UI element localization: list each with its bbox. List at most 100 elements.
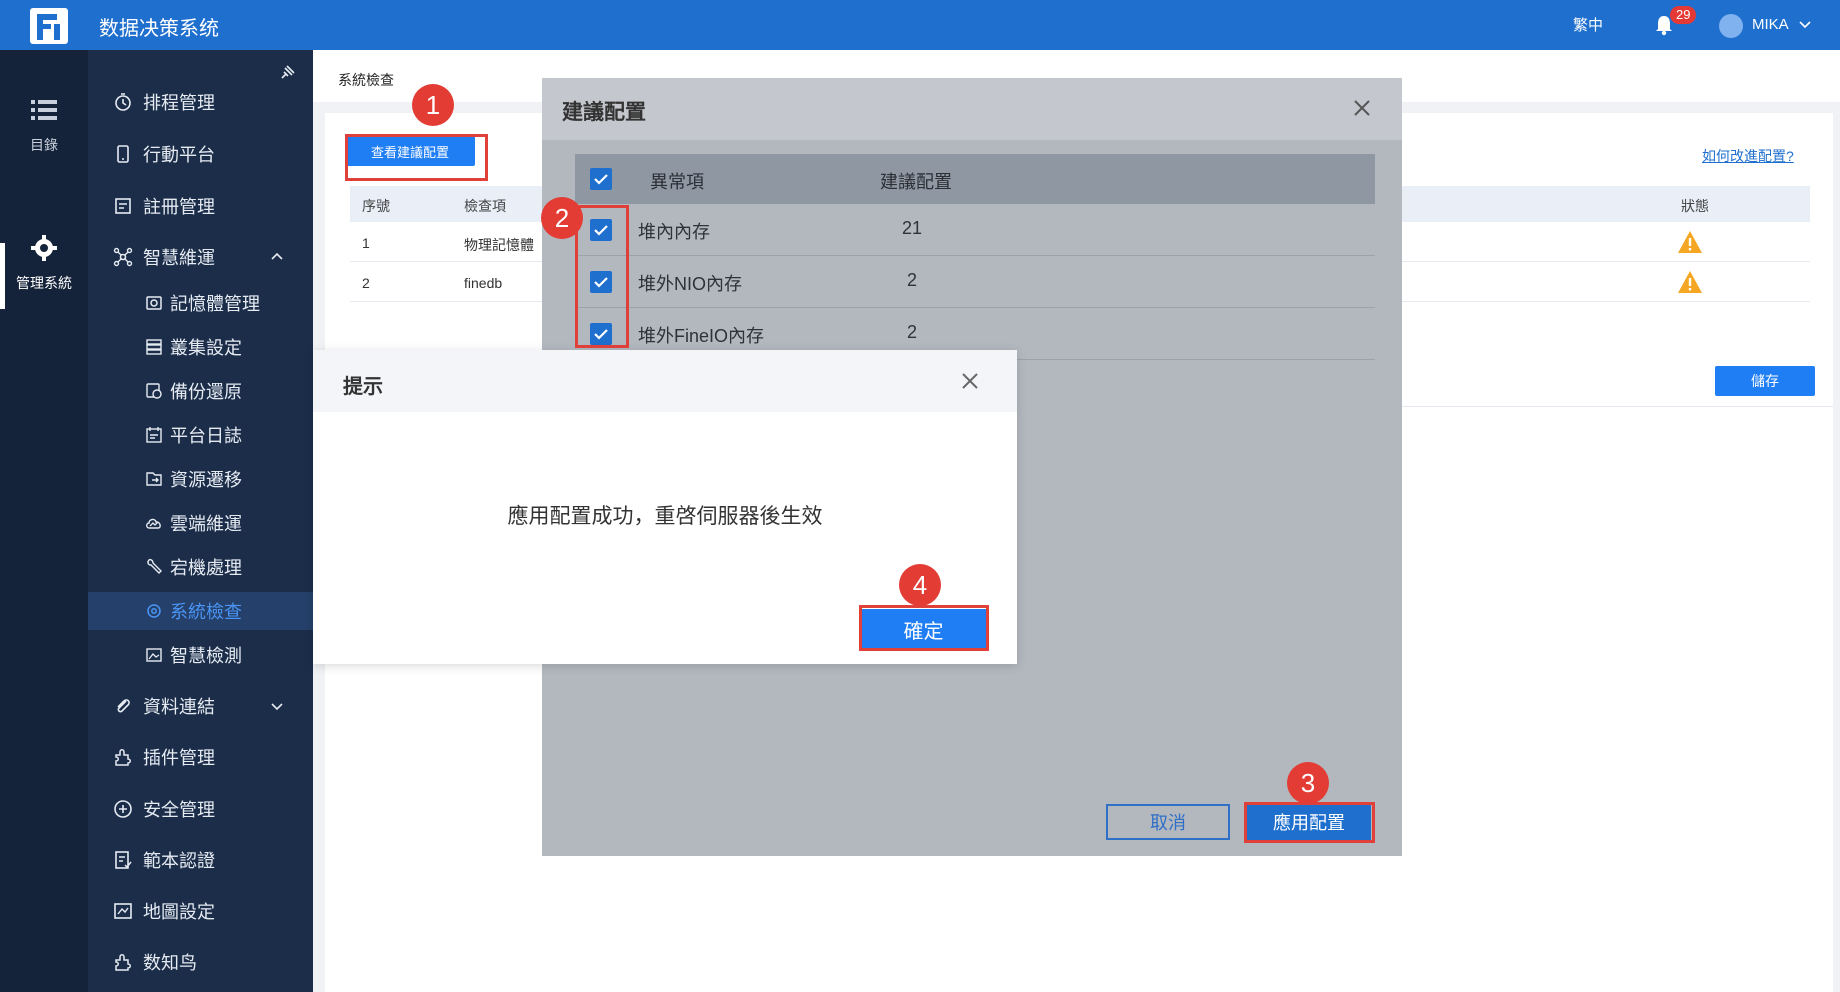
migrate-icon (146, 472, 162, 486)
sidebar-item-label: 記憶體管理 (170, 294, 260, 314)
sidebar-item-label: 行動平台 (143, 145, 215, 165)
avatar[interactable] (1719, 14, 1743, 38)
sidebar-item-label: 排程管理 (143, 93, 215, 113)
sidebar-item-label: 宕機處理 (170, 558, 242, 578)
timer-icon (115, 93, 131, 111)
suggestion-table-header: 異常項 建議配置 (575, 154, 1375, 204)
sidebar-item-label: 智慧維運 (143, 248, 215, 268)
suggestion-row: 堆內內存 21 (575, 204, 1375, 256)
step-marker: 4 (899, 564, 941, 606)
template-icon (115, 851, 132, 869)
sidebar-item-system-check[interactable]: 系統檢查 (88, 592, 313, 630)
highlight-box (345, 134, 488, 181)
sidebar-item-migrate[interactable]: 資源遷移 (88, 460, 313, 498)
sidebar-item-cloud[interactable]: 雲端維運 (88, 504, 313, 542)
save-button[interactable]: 儲存 (1715, 366, 1815, 396)
close-icon[interactable] (959, 370, 981, 392)
log-icon (146, 427, 162, 443)
row-index: 1 (362, 235, 370, 251)
sidebar-item-smart-ops[interactable]: 智慧維運 (88, 238, 313, 276)
image-check-icon (146, 648, 162, 662)
col-status: 狀態 (1681, 198, 1709, 214)
close-icon[interactable] (1350, 96, 1374, 120)
step-marker: 1 (412, 84, 454, 126)
prompt-message: 應用配置成功，重啓伺服器後生效 (507, 505, 823, 528)
select-all-checkbox[interactable] (590, 168, 612, 190)
sidebar-item-register[interactable]: 註冊管理 (88, 187, 313, 225)
app-title: 数据决策系统 (99, 18, 219, 40)
gear-check-icon (147, 604, 161, 618)
sidebar-item-mobile[interactable]: 行動平台 (88, 135, 313, 173)
chevron-up-icon (271, 252, 283, 260)
chevron-down-icon[interactable] (1797, 16, 1813, 32)
plugin-icon (115, 749, 131, 766)
col-index: 序號 (362, 198, 390, 214)
sidebar-item-label: 資料連結 (143, 697, 215, 717)
sidebar-item-log[interactable]: 平台日誌 (88, 416, 313, 454)
rail-item-admin[interactable]: 管理系統 (0, 233, 88, 293)
notification-badge: 29 (1670, 6, 1697, 24)
row-value: 2 (907, 270, 918, 290)
mobile-icon (117, 145, 129, 163)
shield-icon (114, 800, 132, 818)
sidebar-item-backup[interactable]: 備份還原 (88, 372, 313, 410)
sidebar-item-cluster[interactable]: 叢集設定 (88, 328, 313, 366)
sidebar-item-shuzhiniao[interactable]: 数知鸟 (88, 943, 313, 981)
nav-rail: 目錄 管理系統 (0, 50, 88, 992)
sidebar-item-security[interactable]: 安全管理 (88, 790, 313, 828)
sidebar-item-plugin[interactable]: 插件管理 (88, 738, 313, 776)
rail-item-catalog[interactable]: 目錄 (0, 95, 88, 155)
sidebar-item-label: 範本認證 (143, 851, 215, 871)
app-logo[interactable] (30, 8, 68, 44)
sidebar-item-label: 雲端維運 (170, 514, 242, 534)
cluster-icon (146, 339, 162, 355)
dialog-title: 提示 (343, 376, 383, 398)
sidebar-item-label: 地圖設定 (143, 902, 215, 922)
language-switch[interactable]: 繁中 (1573, 14, 1603, 35)
warning-icon (1678, 231, 1702, 253)
gear-icon (31, 235, 57, 261)
sidebar-item-label: 插件管理 (143, 748, 215, 768)
sidebar-item-downtime[interactable]: 宕機處理 (88, 548, 313, 586)
sidebar-item-label: 智慧檢測 (170, 646, 242, 666)
highlight-box (859, 605, 989, 651)
step-marker: 2 (541, 197, 583, 239)
row-anomaly: 堆內內存 (638, 222, 710, 242)
sidebar-item-map[interactable]: 地圖設定 (88, 892, 313, 930)
map-icon (114, 903, 132, 919)
row-index: 2 (362, 275, 370, 291)
breadcrumb: 系統檢查 (338, 72, 394, 88)
sidebar-item-smart-detect[interactable]: 智慧檢測 (88, 636, 313, 674)
sidebar-item-label: 系統檢查 (170, 602, 242, 622)
col-suggestion: 建議配置 (880, 172, 952, 192)
sidebar-item-template[interactable]: 範本認證 (88, 841, 313, 879)
col-anomaly: 異常項 (650, 172, 704, 192)
user-name[interactable]: MIKA (1752, 16, 1789, 33)
row-anomaly: 堆外NIO內存 (638, 274, 743, 294)
cancel-button[interactable]: 取消 (1106, 804, 1230, 840)
sidebar-item-label: 註冊管理 (143, 197, 215, 217)
sidebar-item-label: 備份還原 (170, 382, 242, 402)
sidebar: 排程管理 行動平台 註冊管理 智慧維運 記憶體管理 叢集設定 備份還原 平台日誌… (88, 50, 313, 992)
link-icon (117, 699, 130, 713)
dialog-title: 建議配置 (562, 101, 646, 124)
backup-icon (146, 383, 162, 399)
sidebar-item-data-link[interactable]: 資料連結 (88, 687, 313, 725)
row-anomaly: 堆外FineIO內存 (638, 326, 765, 346)
top-bar: 数据决策系统 繁中 29 MIKA (0, 0, 1840, 50)
sidebar-item-label: 資源遷移 (170, 470, 242, 490)
rail-label-admin: 管理系統 (16, 275, 72, 291)
sidebar-item-memory[interactable]: 記憶體管理 (88, 284, 313, 322)
row-item: finedb (464, 275, 503, 291)
plugin-icon (115, 954, 131, 971)
cloud-icon (146, 518, 161, 529)
sidebar-item-label: 平台日誌 (170, 426, 242, 446)
row-value: 2 (907, 322, 918, 342)
highlight-box (1244, 802, 1375, 843)
list-icon (31, 100, 57, 120)
wrench-icon (147, 558, 162, 574)
pin-icon[interactable] (278, 64, 296, 82)
dialog-header: 建議配置 (542, 78, 1402, 140)
how-to-improve-link[interactable]: 如何改進配置? (1702, 146, 1794, 166)
sidebar-item-schedule[interactable]: 排程管理 (88, 83, 313, 121)
